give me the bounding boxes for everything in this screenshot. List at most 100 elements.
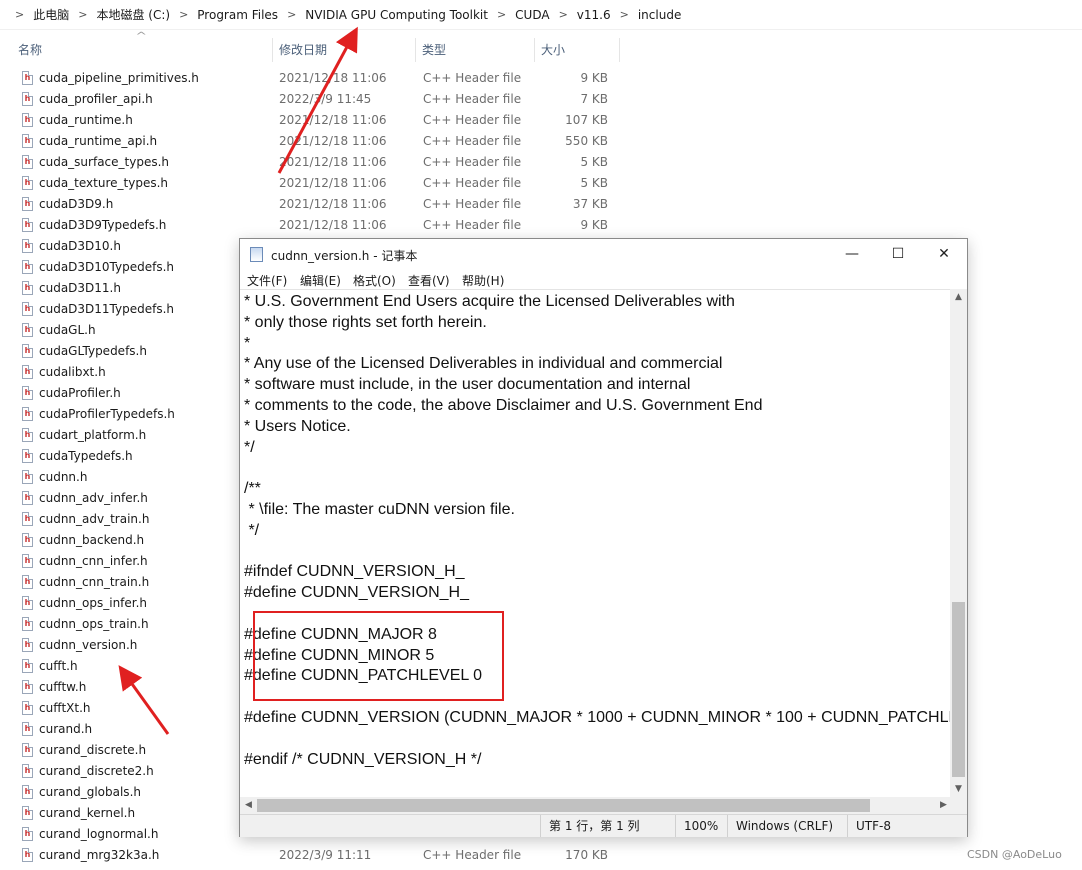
file-size: 9 KB bbox=[580, 218, 608, 232]
file-name: cudaD3D11.h bbox=[39, 281, 121, 295]
file-name: cudnn_cnn_train.h bbox=[39, 575, 150, 589]
header-file-icon: h bbox=[22, 449, 33, 463]
file-name: cudaD3D9Typedefs.h bbox=[39, 218, 167, 232]
scroll-up-icon[interactable]: ▲ bbox=[950, 289, 967, 306]
header-file-icon: h bbox=[22, 743, 33, 757]
file-name: cudaProfiler.h bbox=[39, 386, 121, 400]
breadcrumb-item[interactable]: v11.6 bbox=[577, 8, 611, 22]
text-editor[interactable]: * U.S. Government End Users acquire the … bbox=[240, 289, 952, 798]
file-name: cuda_surface_types.h bbox=[39, 155, 170, 169]
file-name: cudaD3D9.h bbox=[39, 197, 114, 211]
header-file-icon: h bbox=[22, 71, 33, 85]
menu-file[interactable]: 文件(F) bbox=[247, 272, 287, 289]
breadcrumb-item[interactable]: 本地磁盘 (C:) bbox=[96, 6, 170, 23]
header-file-icon: h bbox=[22, 827, 33, 841]
file-name: cudnn_adv_train.h bbox=[39, 512, 150, 526]
chevron-right-icon[interactable]: > bbox=[15, 8, 24, 21]
file-type: C++ Header file bbox=[423, 92, 522, 106]
file-name: cudaD3D10.h bbox=[39, 239, 121, 253]
file-row[interactable]: h cudaD3D9Typedefs.h 2021/12/18 11:06 C++ H… bbox=[0, 215, 1082, 236]
file-row[interactable]: h curand_mrg32k3a.h 2022/3/9 11:11 C++ Head… bbox=[0, 845, 1082, 866]
code-line: * comments to the code, the above Discla… bbox=[244, 397, 763, 414]
column-date-header[interactable]: 修改日期 bbox=[273, 36, 415, 64]
code-line: * Users Notice. bbox=[244, 417, 351, 435]
menu-view[interactable]: 查看(V) bbox=[408, 272, 450, 289]
header-file-icon: h bbox=[22, 575, 33, 589]
file-row[interactable]: h cuda_runtime_api.h 2021/12/18 11:06 C++ H… bbox=[0, 131, 1082, 152]
vertical-scrollbar[interactable]: ▲ ▼ bbox=[950, 289, 967, 798]
address-breadcrumb[interactable]: > 此电脑 > 本地磁盘 (C:) > Program Files > NVIDIA GPU … bbox=[0, 0, 1082, 30]
status-bar: 第 1 行，第 1 列 100% Windows (CRLF) UTF-8 bbox=[240, 814, 967, 837]
menu-edit[interactable]: 编辑(E) bbox=[300, 272, 341, 289]
file-type: C++ Header file bbox=[423, 176, 522, 190]
file-size: 170 KB bbox=[565, 848, 608, 862]
menu-help[interactable]: 帮助(H) bbox=[462, 272, 504, 289]
breadcrumb-item[interactable]: CUDA bbox=[515, 8, 549, 22]
file-name: cudart_platform.h bbox=[39, 428, 147, 442]
header-file-icon: h bbox=[22, 806, 33, 820]
scroll-down-icon[interactable]: ▼ bbox=[950, 781, 967, 798]
chevron-right-icon[interactable]: > bbox=[559, 8, 568, 21]
header-file-icon: h bbox=[22, 386, 33, 400]
breadcrumb-item[interactable]: NVIDIA GPU Computing Toolkit bbox=[305, 8, 488, 22]
file-name: curand_lognormal.h bbox=[39, 827, 159, 841]
header-file-icon: h bbox=[22, 617, 33, 631]
file-type: C++ Header file bbox=[423, 218, 522, 232]
breadcrumb-item[interactable]: 此电脑 bbox=[33, 6, 69, 23]
header-file-icon: h bbox=[22, 701, 33, 715]
menu-format[interactable]: 格式(O) bbox=[353, 272, 396, 289]
file-name: curand_mrg32k3a.h bbox=[39, 848, 160, 862]
breadcrumb-item[interactable]: include bbox=[638, 8, 681, 22]
file-row[interactable]: h cuda_profiler_api.h 2022/3/9 11:45 C++ He… bbox=[0, 89, 1082, 110]
file-name: cuda_runtime.h bbox=[39, 113, 133, 127]
notepad-titlebar[interactable]: cudnn_version.h - 记事本 — ☐ ✕ bbox=[240, 239, 967, 269]
chevron-right-icon[interactable]: > bbox=[497, 8, 506, 21]
file-name: cudaGL.h bbox=[39, 323, 96, 337]
header-file-icon: h bbox=[22, 491, 33, 505]
file-size: 37 KB bbox=[572, 197, 608, 211]
file-size: 9 KB bbox=[580, 71, 608, 85]
vertical-scroll-thumb[interactable] bbox=[952, 602, 965, 777]
header-file-icon: h bbox=[22, 407, 33, 421]
code-line: #define CUDNN_VERSION (CUDNN_MAJOR * 100… bbox=[244, 709, 952, 726]
file-row[interactable]: h cuda_runtime.h 2021/12/18 11:06 C++ Heade… bbox=[0, 110, 1082, 131]
file-name: cudnn_backend.h bbox=[39, 533, 145, 547]
file-name: cudaD3D11Typedefs.h bbox=[39, 302, 175, 316]
maximize-button[interactable]: ☐ bbox=[875, 239, 921, 269]
breadcrumb-item[interactable]: Program Files bbox=[197, 8, 278, 22]
file-row[interactable]: h cudaD3D9.h 2021/12/18 11:06 C++ Header fi… bbox=[0, 194, 1082, 215]
header-file-icon: h bbox=[22, 92, 33, 106]
chevron-right-icon[interactable]: > bbox=[179, 8, 188, 21]
chevron-right-icon[interactable]: > bbox=[78, 8, 87, 21]
file-name: cudaD3D10Typedefs.h bbox=[39, 260, 175, 274]
header-file-icon: h bbox=[22, 197, 33, 211]
close-button[interactable]: ✕ bbox=[921, 239, 967, 269]
file-name: curand_kernel.h bbox=[39, 806, 136, 820]
chevron-right-icon[interactable]: > bbox=[620, 8, 629, 21]
code-line: #ifndef CUDNN_VERSION_H_ bbox=[244, 563, 465, 581]
file-row[interactable]: h cuda_surface_types.h 2021/12/18 11:06 C++… bbox=[0, 152, 1082, 173]
file-name: curand.h bbox=[39, 722, 93, 736]
cursor-position: 第 1 行，第 1 列 bbox=[540, 815, 675, 837]
header-file-icon: h bbox=[22, 281, 33, 295]
code-line: * bbox=[244, 334, 251, 352]
horizontal-scroll-thumb[interactable] bbox=[257, 799, 870, 812]
header-file-icon: h bbox=[22, 113, 33, 127]
horizontal-scrollbar[interactable]: ◀ ▶ bbox=[240, 797, 952, 814]
header-file-icon: h bbox=[22, 512, 33, 526]
chevron-right-icon[interactable]: > bbox=[287, 8, 296, 21]
file-row[interactable]: h cuda_pipeline_primitives.h 2021/12/18 11… bbox=[0, 68, 1082, 89]
code-line: * Any use of the Licensed Deliverables i… bbox=[244, 355, 723, 373]
file-row[interactable]: h cuda_texture_types.h 2021/12/18 11:06 C++… bbox=[0, 173, 1082, 194]
file-name: cuda_pipeline_primitives.h bbox=[39, 71, 199, 85]
line-ending: Windows (CRLF) bbox=[727, 815, 847, 837]
file-date: 2021/12/18 11:06 bbox=[279, 218, 387, 232]
notepad-title: cudnn_version.h - 记事本 bbox=[271, 249, 418, 263]
scroll-left-icon[interactable]: ◀ bbox=[240, 797, 257, 814]
column-size-header[interactable]: 大小 bbox=[535, 36, 619, 64]
header-file-icon: h bbox=[22, 134, 33, 148]
column-type-header[interactable]: 类型 bbox=[416, 36, 534, 64]
minimize-button[interactable]: — bbox=[829, 239, 875, 269]
file-type: C++ Header file bbox=[423, 113, 522, 127]
code-line: */ bbox=[244, 438, 255, 456]
